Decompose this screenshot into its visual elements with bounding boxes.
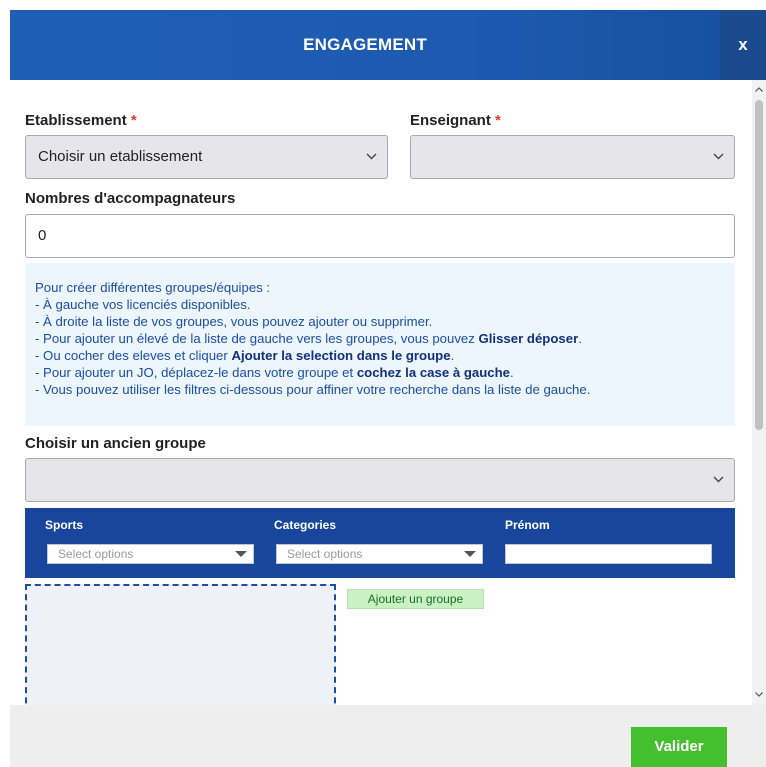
etablissement-select-value: Choisir un etablissement <box>38 148 203 165</box>
categories-filter-label: Categories <box>274 518 337 532</box>
info-emphasis: cochez la case à gauche <box>356 365 511 380</box>
info-emphasis: Ajouter la selection dans le groupe <box>231 348 451 363</box>
categories-filter-placeholder: Select options <box>287 547 363 561</box>
info-line: - À gauche vos licenciés disponibles. <box>35 297 251 312</box>
ancien-groupe-label: Choisir un ancien groupe <box>25 435 206 452</box>
close-button[interactable]: x <box>720 10 766 80</box>
enseignant-select[interactable] <box>410 135 735 179</box>
categories-filter-select[interactable]: Select options <box>276 544 483 564</box>
accompagnateurs-input[interactable]: 0 <box>25 214 735 258</box>
sports-filter-placeholder: Select options <box>58 547 134 561</box>
chevron-down-icon <box>713 459 724 501</box>
etablissement-label: Etablissement * <box>25 112 137 129</box>
info-text: . <box>510 365 514 380</box>
info-line: - Vous pouvez utiliser les filtres ci-de… <box>35 382 591 397</box>
required-mark: * <box>130 112 137 129</box>
modal-footer: Valider <box>10 705 766 767</box>
info-text: - Pour ajouter un JO, déplacez-le dans v… <box>35 365 357 380</box>
enseignant-label: Enseignant * <box>410 112 501 129</box>
info-line: Pour créer différentes groupes/équipes : <box>35 280 271 295</box>
info-line: - À droite la liste de vos groupes, vous… <box>35 314 433 329</box>
info-line: - Pour ajouter un élevé de la liste de g… <box>35 330 725 347</box>
info-text: . <box>578 331 582 346</box>
info-line: - Pour ajouter un JO, déplacez-le dans v… <box>35 364 725 381</box>
scroll-up-icon[interactable] <box>755 84 763 94</box>
accompagnateurs-label: Nombres d'accompagnateurs <box>25 190 236 207</box>
modal-title: ENGAGEMENT <box>303 35 427 54</box>
scroll-down-icon[interactable] <box>755 689 763 699</box>
ancien-groupe-select[interactable] <box>25 458 735 502</box>
student-dropzone[interactable] <box>25 584 336 705</box>
info-line: - Ou cocher des eleves et cliquer Ajoute… <box>35 347 725 364</box>
etablissement-label-text: Etablissement <box>25 112 127 129</box>
info-text: - Pour ajouter un élevé de la liste de g… <box>35 331 479 346</box>
add-group-button[interactable]: Ajouter un groupe <box>347 589 484 609</box>
sports-filter-label: Sports <box>45 518 84 532</box>
sports-filter-select[interactable]: Select options <box>47 544 254 564</box>
info-text: . <box>450 348 455 363</box>
filter-bar: Sports Select options Categories Select … <box>25 508 735 578</box>
required-mark: * <box>495 112 501 129</box>
chevron-down-icon <box>366 136 377 178</box>
caret-down-icon <box>235 551 247 557</box>
caret-down-icon <box>464 551 476 557</box>
enseignant-label-text: Enseignant <box>410 112 491 129</box>
scrollbar-thumb[interactable] <box>755 100 763 430</box>
prenom-filter-label: Prénom <box>505 518 550 532</box>
submit-button[interactable]: Valider <box>631 727 727 767</box>
info-emphasis: Glisser déposer <box>478 331 579 346</box>
modal-body[interactable]: Etablissement * Choisir un etablissement… <box>10 80 766 705</box>
info-text: - Ou cocher des eleves et cliquer <box>35 348 232 363</box>
prenom-filter-input[interactable] <box>505 544 712 564</box>
info-box: Pour créer différentes groupes/équipes :… <box>25 263 735 426</box>
scrollbar[interactable] <box>752 80 766 705</box>
modal-header: ENGAGEMENT x <box>10 10 766 80</box>
accompagnateurs-value: 0 <box>38 227 47 244</box>
etablissement-select[interactable]: Choisir un etablissement <box>25 135 388 179</box>
chevron-down-icon <box>713 136 724 178</box>
